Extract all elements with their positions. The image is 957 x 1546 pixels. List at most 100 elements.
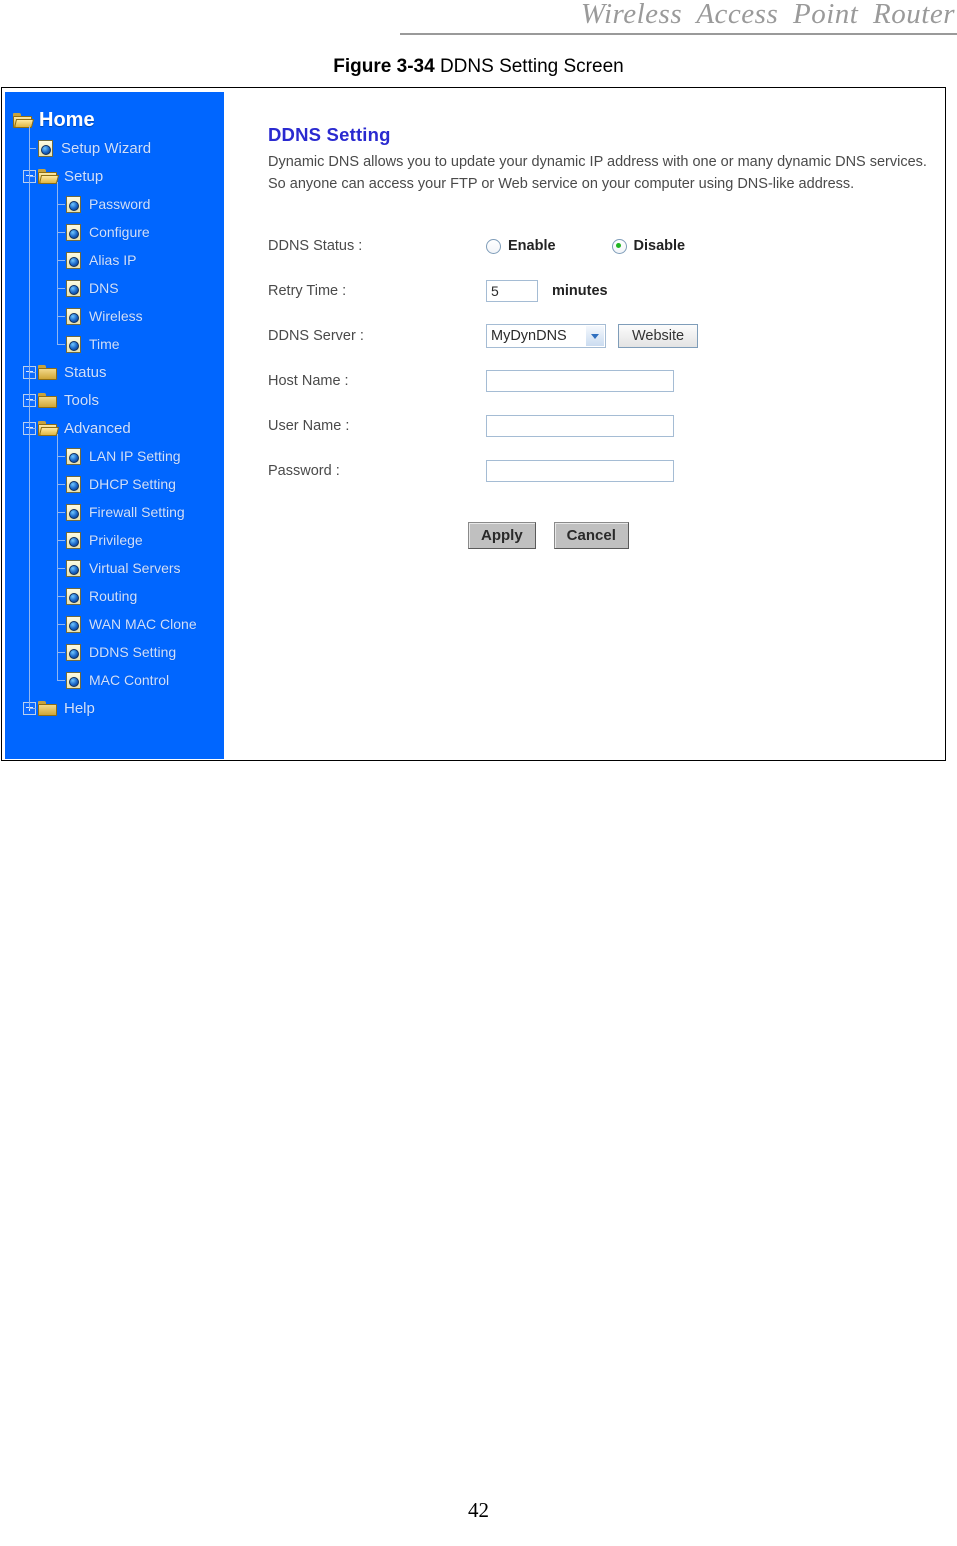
retry-time-label: Retry Time : xyxy=(268,283,347,300)
host-name-input[interactable] xyxy=(486,370,674,393)
retry-time-input[interactable] xyxy=(486,280,538,303)
sidebar-item-label: Help xyxy=(64,699,95,717)
sidebar-item-label: Advanced xyxy=(64,419,131,437)
tree-line xyxy=(57,260,65,261)
sidebar-item-dhcp-setting[interactable]: DHCP Setting xyxy=(5,470,224,498)
sidebar-item-label: Password xyxy=(89,196,151,212)
sidebar-item-dns[interactable]: DNS xyxy=(5,274,224,302)
tree-line xyxy=(29,148,36,149)
sidebar-item-label: Wireless xyxy=(89,308,143,324)
page-icon xyxy=(66,503,81,521)
ddns-status-radio-group: Enable Disable xyxy=(486,238,741,254)
ddns-status-enable-option[interactable]: Enable xyxy=(486,238,556,254)
figure-number: Figure 3-34 xyxy=(333,56,435,77)
folder-open-icon xyxy=(38,168,60,184)
sidebar-item-tools[interactable]: Tools xyxy=(5,386,224,414)
sidebar-item-time[interactable]: Time xyxy=(5,330,224,358)
form-row-ddns-status: DDNS Status : Enable Disable xyxy=(268,224,935,269)
tree-line xyxy=(57,316,65,317)
page-number: 42 xyxy=(468,1498,489,1522)
sidebar-item-mac-control[interactable]: MAC Control xyxy=(5,666,224,694)
ddns-server-label: DDNS Server : xyxy=(268,328,364,345)
page-icon xyxy=(66,335,81,353)
password-input[interactable] xyxy=(486,460,674,483)
tree-line xyxy=(29,126,30,708)
sidebar-item-label: Alias IP xyxy=(89,252,137,268)
page-running-header: Wireless Access Point Router xyxy=(0,0,957,40)
sidebar-item-label: Privilege xyxy=(89,532,143,548)
sidebar-item-home[interactable]: Home xyxy=(5,106,224,134)
ddns-status-disable-option[interactable]: Disable xyxy=(611,238,686,255)
tree-line xyxy=(57,596,65,597)
ddns-setting-form: DDNS Status : Enable Disable Retry Time … xyxy=(268,224,935,549)
host-name-label: Host Name : xyxy=(268,373,349,390)
sidebar-item-password[interactable]: Password xyxy=(5,190,224,218)
tree-line xyxy=(57,182,58,344)
sidebar-navigation: Home Setup Wizard Setup Password Configure Al… xyxy=(5,92,224,759)
tree-line xyxy=(57,344,65,345)
cancel-button[interactable]: Cancel xyxy=(553,521,629,549)
sidebar-item-label: Configure xyxy=(89,224,150,240)
tree-line xyxy=(57,680,65,681)
sidebar-item-lan-ip-setting[interactable]: LAN IP Setting xyxy=(5,442,224,470)
sidebar-item-virtual-servers[interactable]: Virtual Servers xyxy=(5,554,224,582)
form-row-host-name: Host Name : xyxy=(268,359,935,404)
page-icon xyxy=(66,195,81,213)
sidebar-item-routing[interactable]: Routing xyxy=(5,582,224,610)
folder-icon xyxy=(38,392,57,408)
tree-line xyxy=(29,372,36,373)
website-button[interactable]: Website xyxy=(618,324,699,349)
sidebar-item-advanced[interactable]: Advanced xyxy=(5,414,224,442)
ddns-server-select[interactable]: MyDynDNS xyxy=(486,324,606,349)
sidebar-item-setup[interactable]: Setup xyxy=(5,162,224,190)
tree-line xyxy=(29,176,36,177)
tree-line xyxy=(57,456,65,457)
page-icon xyxy=(66,531,81,549)
sidebar-item-label: DNS xyxy=(89,280,119,296)
page-title: DDNS Setting xyxy=(268,124,391,145)
user-name-input[interactable] xyxy=(486,415,674,438)
sidebar-item-wireless[interactable]: Wireless xyxy=(5,302,224,330)
router-admin-screenshot: Home Setup Wizard Setup Password Configure Al… xyxy=(1,87,946,761)
tree-line xyxy=(57,512,65,513)
radio-disable-icon[interactable] xyxy=(611,238,627,254)
tree-line xyxy=(57,204,65,205)
sidebar-item-wan-mac-clone[interactable]: WAN MAC Clone xyxy=(5,610,224,638)
sidebar-item-status[interactable]: Status xyxy=(5,358,224,386)
radio-disable-label: Disable xyxy=(633,238,686,255)
sidebar-item-label: Tools xyxy=(64,391,100,409)
main-content-area: DDNS Setting Dynamic DNS allows you to u… xyxy=(226,92,945,760)
form-actions: Apply Cancel xyxy=(468,521,935,549)
sidebar-item-help[interactable]: Help xyxy=(5,694,224,722)
page-icon xyxy=(66,475,81,493)
figure-caption-text: DDNS Setting Screen xyxy=(439,56,624,77)
radio-enable-icon[interactable] xyxy=(486,238,501,254)
page-icon xyxy=(66,615,81,633)
sidebar-item-setup-wizard[interactable]: Setup Wizard xyxy=(5,134,224,162)
tree-line xyxy=(57,540,65,541)
sidebar-item-label: Virtual Servers xyxy=(89,560,181,576)
page-icon xyxy=(66,279,81,297)
page-icon xyxy=(66,587,81,605)
user-name-label: User Name : xyxy=(268,418,350,435)
apply-button[interactable]: Apply xyxy=(468,521,536,549)
form-row-ddns-server: DDNS Server : MyDynDNS Website xyxy=(268,314,935,359)
tree-line xyxy=(29,428,36,429)
sidebar-item-ddns-setting[interactable]: DDNS Setting xyxy=(5,638,224,666)
chevron-down-icon[interactable] xyxy=(586,326,604,347)
form-row-retry-time: Retry Time : minutes xyxy=(268,269,935,314)
sidebar-item-label: DHCP Setting xyxy=(89,476,176,492)
tree-line xyxy=(57,484,65,485)
sidebar-item-firewall-setting[interactable]: Firewall Setting xyxy=(5,498,224,526)
sidebar-item-configure[interactable]: Configure xyxy=(5,218,224,246)
sidebar-item-label: Time xyxy=(89,336,120,352)
running-header-title: Wireless Access Point Router xyxy=(580,0,955,30)
tree-line xyxy=(57,624,65,625)
folder-icon xyxy=(38,700,57,716)
sidebar-item-label: DDNS Setting xyxy=(89,644,177,660)
tree-line xyxy=(57,568,65,569)
sidebar-item-label: WAN MAC Clone xyxy=(89,616,197,632)
sidebar-item-privilege[interactable]: Privilege xyxy=(5,526,224,554)
sidebar-item-alias-ip[interactable]: Alias IP xyxy=(5,246,224,274)
sidebar-tree: Home Setup Wizard Setup Password Configure Al… xyxy=(5,106,224,722)
